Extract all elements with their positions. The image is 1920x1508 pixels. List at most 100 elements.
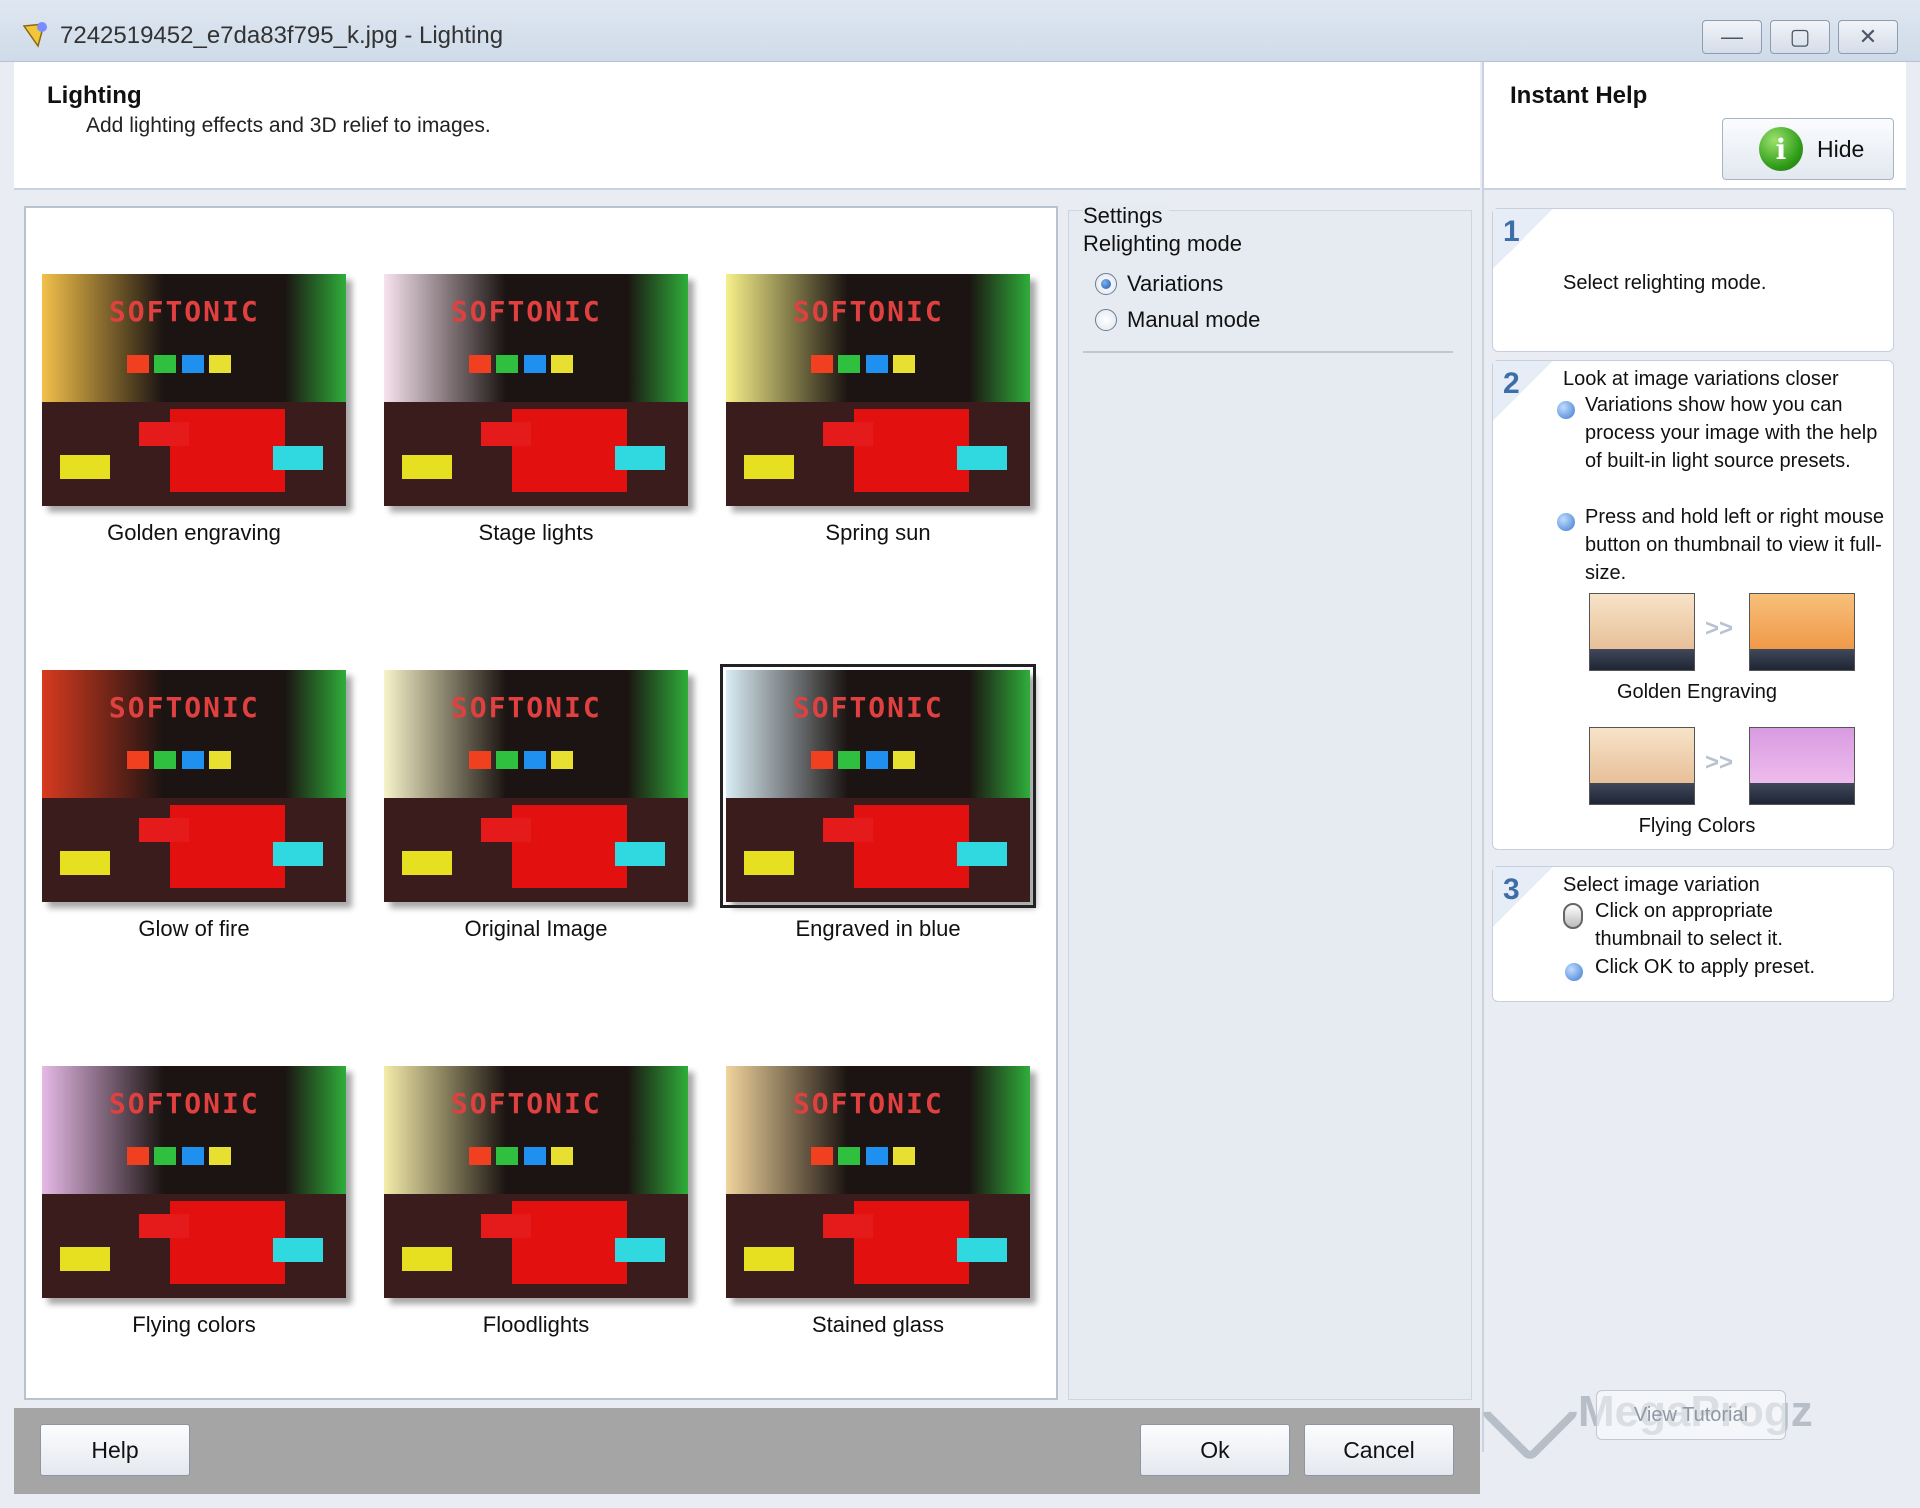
step-number: 2 bbox=[1503, 367, 1520, 400]
cancel-button[interactable]: Cancel bbox=[1304, 1424, 1454, 1476]
variation-caption: Flying colors bbox=[132, 1312, 256, 1337]
variation-caption: Glow of fire bbox=[138, 916, 250, 941]
variation-preview-image[interactable]: SOFTONIC bbox=[726, 274, 1030, 506]
manual-mode-label: Manual mode bbox=[1127, 307, 1261, 332]
variation-thumbnail[interactable]: SOFTONIC Stained glass bbox=[726, 1066, 1030, 1338]
dialog-header: Lighting Add lighting effects and 3D rel… bbox=[14, 62, 1480, 190]
step-bullet: Press and hold left or right mouse butto… bbox=[1585, 506, 1885, 584]
sign-letters: SOFTONIC bbox=[108, 294, 260, 328]
mouse-icon bbox=[1563, 903, 1583, 929]
watermark-logo-icon bbox=[1479, 1361, 1581, 1463]
settings-legend: Settings bbox=[1083, 203, 1169, 229]
variation-thumbnail[interactable]: SOFTONIC Stage lights bbox=[384, 274, 688, 546]
sign-letters: SOFTONIC bbox=[450, 690, 602, 724]
variation-preview-image[interactable]: SOFTONIC bbox=[384, 1066, 688, 1298]
variation-thumbnail[interactable]: SOFTONIC Flying colors bbox=[42, 1066, 346, 1338]
maximize-icon: ▢ bbox=[1789, 24, 1811, 49]
page-subtitle: Add lighting effects and 3D relief to im… bbox=[86, 114, 491, 137]
variations-label: Variations bbox=[1127, 271, 1224, 296]
ok-button-label: Ok bbox=[1200, 1436, 1230, 1463]
bullet-icon bbox=[1565, 963, 1583, 981]
variation-caption: Floodlights bbox=[482, 1312, 590, 1337]
step-text: Select relighting mode. bbox=[1563, 272, 1767, 294]
hide-label: Hide bbox=[1817, 135, 1865, 162]
view-tutorial-label: View Tutorial bbox=[1633, 1403, 1749, 1426]
instant-help-panel: 1 Select relighting mode. 2 Look at imag… bbox=[1482, 190, 1906, 1452]
minimize-button[interactable]: — bbox=[1702, 20, 1762, 54]
sign-letters: SOFTONIC bbox=[450, 294, 602, 328]
instant-help-title: Instant Help bbox=[1510, 82, 1648, 109]
variations-radio-option[interactable]: Variations bbox=[1095, 271, 1223, 297]
example-before-image bbox=[1589, 593, 1695, 671]
variation-thumbnail[interactable]: SOFTONIC Original Image bbox=[384, 670, 688, 942]
manual-mode-radio-option[interactable]: Manual mode bbox=[1095, 307, 1260, 333]
variation-caption: Engraved in blue bbox=[795, 916, 961, 941]
sign-letters: SOFTONIC bbox=[450, 1086, 602, 1120]
variation-caption: Original Image bbox=[464, 916, 608, 941]
view-tutorial-button[interactable]: View Tutorial bbox=[1596, 1390, 1786, 1440]
relighting-mode-label: Relighting mode bbox=[1083, 231, 1242, 256]
ok-button[interactable]: Ok bbox=[1140, 1424, 1290, 1476]
variation-caption: Stage lights bbox=[478, 520, 594, 545]
example-label: Golden Engraving bbox=[1616, 681, 1778, 703]
step-bullet: Click OK to apply preset. bbox=[1595, 956, 1816, 978]
variation-preview-image[interactable]: SOFTONIC bbox=[720, 664, 1036, 908]
help-button[interactable]: Help bbox=[40, 1424, 190, 1476]
variations-radio[interactable] bbox=[1095, 273, 1117, 295]
maximize-button[interactable]: ▢ bbox=[1770, 20, 1830, 54]
help-button-label: Help bbox=[91, 1436, 139, 1463]
variation-preview-image[interactable]: SOFTONIC bbox=[726, 1066, 1030, 1298]
sign-letters: SOFTONIC bbox=[108, 690, 260, 724]
sign-letters: SOFTONIC bbox=[792, 294, 944, 328]
variation-thumbnail[interactable]: SOFTONIC Golden engraving bbox=[42, 274, 346, 546]
variation-caption: Spring sun bbox=[825, 520, 931, 545]
variation-thumbnail[interactable]: SOFTONIC Glow of fire bbox=[42, 670, 346, 942]
example-golden-image bbox=[1749, 593, 1855, 671]
variation-preview-image[interactable]: SOFTONIC bbox=[384, 670, 688, 902]
step-number: 1 bbox=[1503, 215, 1520, 248]
sign-letters: SOFTONIC bbox=[792, 690, 944, 724]
variation-preview-image[interactable]: SOFTONIC bbox=[42, 670, 346, 902]
settings-panel: Settings Relighting mode Variations Manu… bbox=[1068, 203, 1472, 1400]
help-step-1: 1 Select relighting mode. bbox=[1492, 208, 1894, 352]
help-step-3: 3 Select image variation Click on approp… bbox=[1492, 866, 1894, 1002]
cancel-button-label: Cancel bbox=[1343, 1436, 1415, 1463]
variation-thumbnail[interactable]: SOFTONIC Engraved in blue bbox=[720, 664, 1036, 942]
info-icon: i bbox=[1759, 127, 1803, 171]
title-bar: 7242519452_e7da83f795_k.jpg - Lighting —… bbox=[0, 0, 1920, 62]
arrow-icon: >> bbox=[1705, 749, 1734, 776]
arrow-icon: >> bbox=[1705, 615, 1734, 642]
variation-preview-image[interactable]: SOFTONIC bbox=[42, 274, 346, 506]
step-corner bbox=[1493, 209, 1553, 269]
step-heading: Select image variation bbox=[1563, 874, 1760, 896]
variation-preview-image[interactable]: SOFTONIC bbox=[42, 1066, 346, 1298]
step-heading: Look at image variations closer bbox=[1563, 368, 1839, 390]
minimize-icon: — bbox=[1721, 24, 1743, 49]
settings-divider bbox=[1083, 351, 1453, 353]
step-bullet: Click on appropriate thumbnail to select… bbox=[1595, 900, 1783, 950]
close-icon: ✕ bbox=[1858, 24, 1878, 49]
step-corner bbox=[1493, 867, 1553, 927]
variation-preview-image[interactable]: SOFTONIC bbox=[384, 274, 688, 506]
example-label: Flying Colors bbox=[1638, 815, 1756, 837]
instant-help-header: Instant Help i Hide bbox=[1482, 62, 1906, 190]
bullet-icon bbox=[1557, 513, 1575, 531]
variation-thumbnail[interactable]: SOFTONIC Spring sun bbox=[726, 274, 1030, 546]
step-corner bbox=[1493, 361, 1553, 421]
variation-caption: Golden engraving bbox=[107, 520, 281, 545]
manual-mode-radio[interactable] bbox=[1095, 309, 1117, 331]
bullet-icon bbox=[1557, 401, 1575, 419]
app-icon bbox=[22, 22, 47, 48]
variation-thumbnail[interactable]: SOFTONIC Floodlights bbox=[384, 1066, 688, 1338]
step-number: 3 bbox=[1503, 873, 1520, 906]
window-title: 7242519452_e7da83f795_k.jpg - Lighting bbox=[60, 22, 504, 49]
hide-help-button[interactable]: i Hide bbox=[1722, 118, 1894, 180]
step-bullet: Variations show how you can process your… bbox=[1585, 394, 1878, 472]
sign-letters: SOFTONIC bbox=[108, 1086, 260, 1120]
help-step-2: 2 Look at image variations closer Variat… bbox=[1492, 360, 1894, 850]
variation-caption: Stained glass bbox=[811, 1312, 945, 1337]
button-bar: Help Ok Cancel bbox=[14, 1408, 1480, 1494]
close-button[interactable]: ✕ bbox=[1838, 20, 1898, 54]
sign-letters: SOFTONIC bbox=[792, 1086, 944, 1120]
example-before-image bbox=[1589, 727, 1695, 805]
